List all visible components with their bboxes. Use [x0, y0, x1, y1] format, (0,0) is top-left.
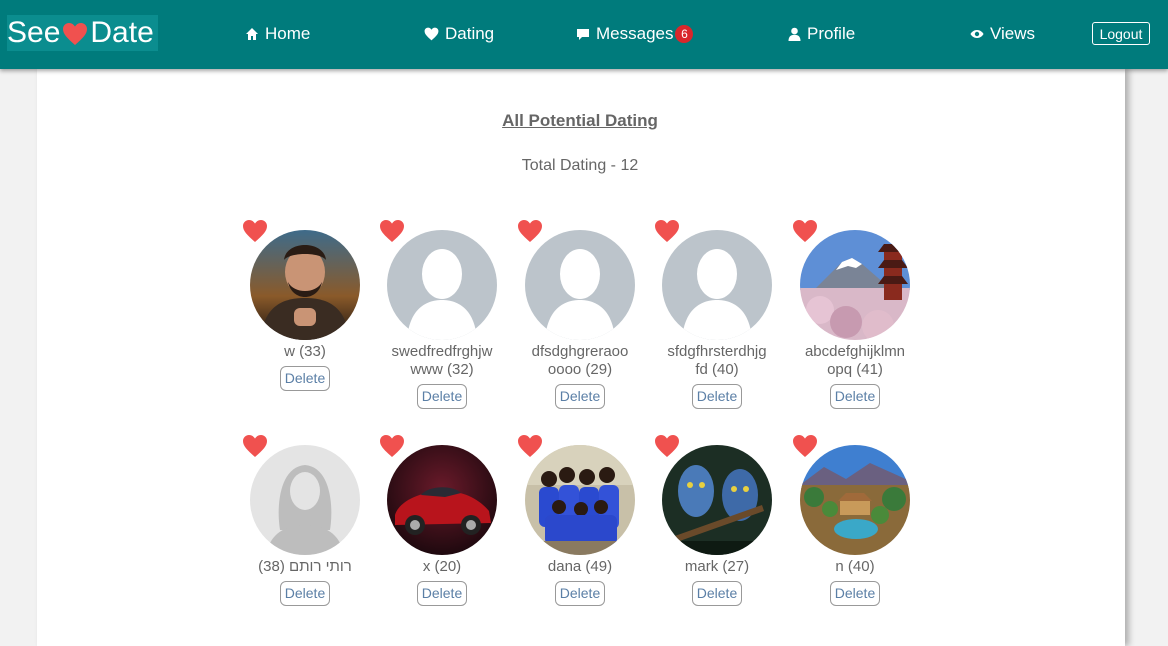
profile-name[interactable]: x (20): [367, 558, 517, 576]
profile-name[interactable]: mark (27): [642, 558, 792, 576]
profile-name[interactable]: dana (49): [505, 558, 655, 576]
nav-views-label: Views: [990, 24, 1036, 43]
home-icon: [245, 27, 259, 41]
profile-name-line1: dfsdghgreraoo: [531, 343, 629, 360]
delete-button[interactable]: Delete: [555, 581, 605, 606]
nav-home[interactable]: Home: [245, 24, 310, 44]
nav-profile-label: Profile: [807, 24, 856, 43]
brand-logo[interactable]: See Date: [7, 15, 158, 51]
user-icon: [788, 27, 801, 41]
nav-dating[interactable]: Dating: [424, 24, 494, 44]
page-title: All Potential Dating: [502, 111, 658, 130]
profile-photo[interactable]: [250, 230, 360, 340]
heart-icon[interactable]: [242, 219, 268, 248]
profile-name-line1: n (40): [835, 558, 875, 575]
profile-name-line2: opq (41): [827, 361, 883, 378]
nav-messages[interactable]: Messages 6: [576, 24, 694, 44]
heart-icon[interactable]: [792, 434, 818, 463]
brand-name-left: See: [7, 16, 61, 49]
profile-name-line1: abcdefghijklmn: [804, 343, 906, 360]
profile-photo[interactable]: [800, 230, 910, 340]
brand-name-right: Date: [90, 16, 154, 49]
nav-views[interactable]: Views: [970, 24, 1035, 44]
profile-photo[interactable]: [800, 445, 910, 555]
delete-button[interactable]: Delete: [280, 366, 330, 391]
heart-icon: [62, 19, 88, 55]
profile-name-line1: dana (49): [547, 558, 613, 575]
profile-name-line2: oooo (29): [547, 361, 613, 378]
profile-photo-placeholder[interactable]: [662, 230, 772, 340]
delete-button[interactable]: Delete: [830, 581, 880, 606]
profile-photo[interactable]: [525, 445, 635, 555]
profile-photo[interactable]: [662, 445, 772, 555]
profile-photo-placeholder[interactable]: [525, 230, 635, 340]
profile-name-line1: x (20): [422, 558, 462, 575]
delete-button[interactable]: Delete: [280, 581, 330, 606]
eye-icon: [970, 29, 984, 39]
nav-home-label: Home: [265, 24, 311, 43]
profile-name[interactable]: dfsdghgreraoo oooo (29): [505, 343, 655, 379]
heart-icon[interactable]: [792, 219, 818, 248]
delete-button[interactable]: Delete: [417, 384, 467, 409]
profile-name[interactable]: w (33): [230, 343, 380, 361]
heart-icon[interactable]: [517, 434, 543, 463]
navbar: See Date Home Dating Messages 6 Profile V…: [0, 0, 1168, 69]
total-dating-count: Total Dating - 12: [521, 157, 639, 174]
heart-icon: [424, 27, 439, 41]
heart-icon[interactable]: [379, 219, 405, 248]
profile-name[interactable]: swedfredfrghjw www (32): [367, 343, 517, 379]
delete-button[interactable]: Delete: [830, 384, 880, 409]
delete-button[interactable]: Delete: [692, 384, 742, 409]
messages-count-badge: 6: [675, 25, 694, 43]
delete-button[interactable]: Delete: [692, 581, 742, 606]
delete-button[interactable]: Delete: [555, 384, 605, 409]
profile-name[interactable]: n (40): [780, 558, 930, 576]
heart-icon[interactable]: [517, 219, 543, 248]
nav-messages-label: Messages: [596, 24, 674, 43]
profile-photo-placeholder[interactable]: [387, 230, 497, 340]
heart-icon[interactable]: [654, 434, 680, 463]
nav-profile[interactable]: Profile: [788, 24, 855, 44]
profile-name-line1: רותי רותם (38): [258, 558, 352, 575]
profile-name-line2: fd (40): [695, 361, 739, 378]
heart-icon[interactable]: [654, 219, 680, 248]
profile-name-line1: w (33): [284, 343, 326, 360]
nav-dating-label: Dating: [445, 24, 495, 43]
profile-name[interactable]: sfdgfhrsterdhjg fd (40): [642, 343, 792, 379]
profile-name[interactable]: רותי רותם (38): [230, 558, 380, 576]
heart-icon[interactable]: [242, 434, 268, 463]
profile-name-line1: sfdgfhrsterdhjg: [667, 343, 767, 360]
comment-icon: [576, 27, 590, 41]
profile-name-line2: www (32): [410, 361, 474, 378]
page-margin-right: [1125, 69, 1168, 646]
profile-photo-placeholder[interactable]: [250, 445, 360, 555]
profile-photo[interactable]: [387, 445, 497, 555]
profile-name-line1: swedfredfrghjw: [391, 343, 493, 360]
profile-name[interactable]: abcdefghijklmn opq (41): [780, 343, 930, 379]
delete-button[interactable]: Delete: [417, 581, 467, 606]
heart-icon[interactable]: [379, 434, 405, 463]
page-margin-left: [0, 69, 37, 646]
profile-name-line1: mark (27): [684, 558, 750, 575]
logout-button[interactable]: Logout: [1092, 22, 1150, 45]
